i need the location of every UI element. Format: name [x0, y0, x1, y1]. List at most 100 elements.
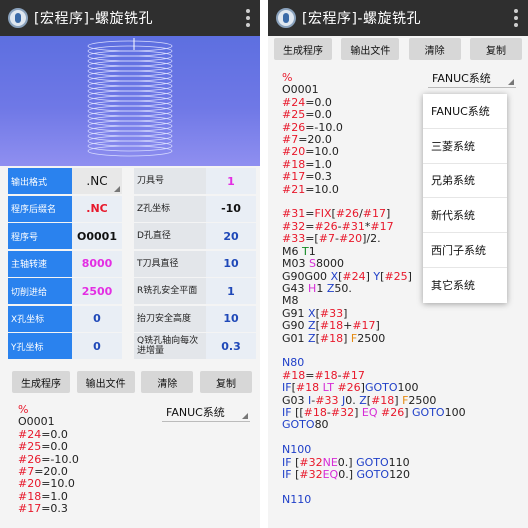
code-line: IF [#32EQ0.] GOTO120 [282, 468, 411, 481]
axial-increment-label: Q铣孔轴向每次进增量 [134, 333, 206, 359]
generate-program-button[interactable]: 生成程序 [274, 38, 332, 60]
x-hole-coordinate-label: X孔坐标 [8, 305, 72, 332]
code-line: % [282, 71, 293, 84]
code-line: O0001 [282, 83, 319, 97]
code-line: G90 Z[#18+#17] [282, 319, 380, 333]
y-hole-coordinate-field[interactable]: 0 [72, 333, 122, 359]
code-line: #7=20.0 [18, 465, 68, 479]
program-code-output[interactable]: % O0001 #24=0.0 #25=0.0 #26=-10.0 #7=20.… [18, 403, 79, 516]
code-line: N80 [282, 356, 305, 370]
spindle-speed-label: 主轴转速 [8, 250, 72, 277]
code-line: #18=1.0 [282, 157, 332, 171]
tool-diameter-field[interactable]: 10 [206, 250, 256, 277]
left-screen: [宏程序]-螺旋铣孔 输出格式 .NC 刀具号 1 程序后缀名 .NC Z孔坐标… [0, 0, 260, 528]
param-row: 输出格式 .NC 刀具号 1 [8, 168, 256, 196]
dropdown-option-brother[interactable]: 兄弟系统 [423, 164, 507, 199]
code-line: IF [#32NE0.] GOTO110 [282, 455, 410, 469]
code-line: O0001 [18, 415, 55, 429]
code-line: IF [[#18-#32] EQ #26] GOTO100 [282, 405, 466, 419]
code-line: #26=-10.0 [282, 120, 343, 134]
safe-plane-field[interactable]: 1 [206, 278, 256, 304]
cutting-feed-field[interactable]: 2500 [72, 278, 122, 304]
code-line: M03 S8000 [282, 257, 344, 271]
code-line: N100 [282, 443, 312, 457]
code-line: #26=-10.0 [18, 452, 79, 466]
code-line: #24=0.0 [282, 95, 332, 109]
param-row: 主轴转速 8000 T刀具直径 10 [8, 250, 256, 279]
program-number-field[interactable]: O0001 [72, 223, 122, 249]
code-line: N110 [282, 492, 312, 506]
divider [260, 0, 268, 528]
code-line: G91 X[#33] [282, 306, 348, 320]
spindle-speed-field[interactable]: 8000 [72, 250, 122, 277]
generate-program-button[interactable]: 生成程序 [12, 371, 70, 393]
code-line: #7=20.0 [282, 133, 332, 147]
code-line: G03 I-#33 J0. Z[#18] F2500 [282, 393, 437, 407]
code-line: #18=#18-#17 [282, 368, 365, 382]
output-format-select[interactable]: .NC [72, 168, 122, 194]
copy-button[interactable]: 复制 [469, 38, 522, 60]
app-title: [宏程序]-螺旋铣孔 [34, 11, 153, 27]
dropdown-option-siemens[interactable]: 西门子系统 [423, 233, 507, 268]
program-suffix-field[interactable]: .NC [72, 195, 122, 222]
code-line: #31=FIX[#26/#17] [282, 207, 391, 221]
code-line: #17=0.3 [282, 170, 332, 184]
app-title: [宏程序]-螺旋铣孔 [302, 11, 421, 27]
parameter-grid: 输出格式 .NC 刀具号 1 程序后缀名 .NC Z孔坐标 -10 程序号 O0… [8, 168, 256, 361]
dropdown-option-mitsubishi[interactable]: 三菱系统 [423, 129, 507, 164]
hole-diameter-field[interactable]: 20 [206, 223, 256, 249]
code-line: G43 H1 Z50. [282, 281, 352, 295]
program-suffix-label: 程序后缀名 [8, 195, 72, 222]
tool-number-label: 刀具号 [134, 168, 206, 194]
dropdown-option-other[interactable]: 其它系统 [423, 268, 507, 303]
code-line: G01 Z[#18] F2500 [282, 331, 386, 345]
app-logo-icon [276, 8, 296, 28]
app-bar: [宏程序]-螺旋铣孔 [268, 0, 528, 36]
clear-button[interactable]: 清除 [408, 38, 461, 60]
code-line: M8 [282, 294, 299, 308]
dropdown-option-fanuc[interactable]: FANUC系统 [423, 94, 507, 129]
code-line: G90G00 X[#24] Y[#25] [282, 269, 412, 283]
code-line: IF[#18 LT #26]GOTO100 [282, 381, 419, 395]
param-row: 程序后缀名 .NC Z孔坐标 -10 [8, 195, 256, 224]
code-line: #24=0.0 [18, 427, 68, 441]
tool-number-field[interactable]: 1 [206, 168, 256, 194]
overflow-menu-icon[interactable] [246, 9, 250, 27]
y-hole-coordinate-label: Y孔坐标 [8, 333, 72, 359]
export-file-button[interactable]: 输出文件 [76, 371, 135, 393]
code-line: #25=0.0 [282, 108, 332, 122]
code-line: #20=10.0 [18, 477, 75, 491]
action-buttons: 生成程序 输出文件 清除 复制 [274, 38, 522, 60]
code-line: #25=0.0 [18, 440, 68, 454]
system-select[interactable]: FANUC系统 [162, 402, 250, 422]
code-line: #21=10.0 [282, 182, 339, 196]
app-bar: [宏程序]-螺旋铣孔 [0, 0, 260, 36]
code-line: % [18, 403, 29, 416]
code-line: #20=10.0 [282, 145, 339, 159]
overflow-menu-icon[interactable] [514, 9, 518, 27]
retract-height-field[interactable]: 10 [206, 305, 256, 332]
code-line: M6 T1 [282, 244, 316, 258]
export-file-button[interactable]: 输出文件 [341, 38, 400, 60]
copy-button[interactable]: 复制 [199, 371, 252, 393]
clear-button[interactable]: 清除 [141, 371, 194, 393]
code-line: #18=1.0 [18, 489, 68, 503]
param-row: 程序号 O0001 D孔直径 20 [8, 223, 256, 251]
x-hole-coordinate-field[interactable]: 0 [72, 305, 122, 332]
param-row: X孔坐标 0 抬刀安全高度 10 [8, 305, 256, 334]
system-dropdown-menu: FANUC系统 三菱系统 兄弟系统 新代系统 西门子系统 其它系统 [423, 94, 507, 303]
output-format-label: 输出格式 [8, 168, 72, 194]
z-hole-coordinate-field[interactable]: -10 [206, 195, 256, 222]
tool-diameter-label: T刀具直径 [134, 250, 206, 277]
dropdown-option-syntec[interactable]: 新代系统 [423, 198, 507, 234]
app-logo-icon [8, 8, 28, 28]
helix-preview [0, 36, 260, 166]
code-line: #33=[#7-#20]/2. [282, 232, 381, 246]
retract-height-label: 抬刀安全高度 [134, 305, 206, 332]
axial-increment-field[interactable]: 0.3 [206, 333, 256, 359]
hole-diameter-label: D孔直径 [134, 223, 206, 249]
